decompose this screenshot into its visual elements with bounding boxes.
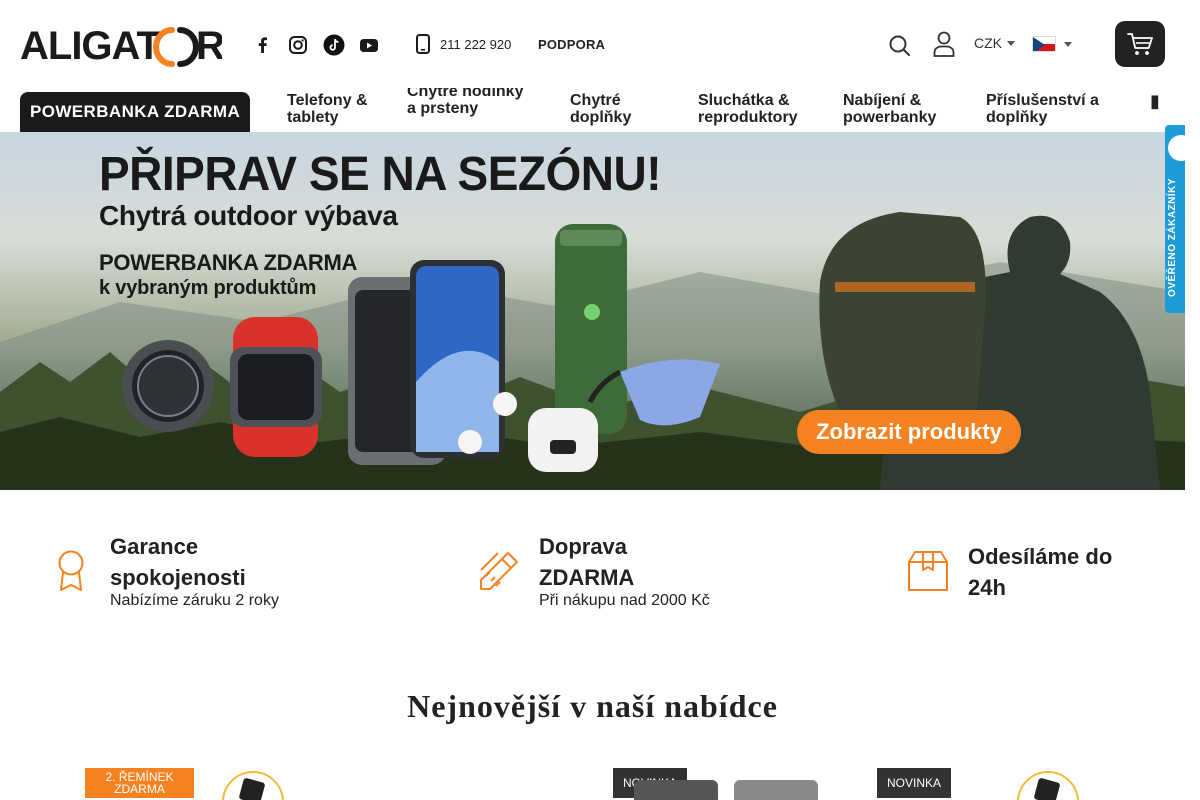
feature-title: Odesíláme do 24h <box>968 544 1113 600</box>
banner-title: PŘIPRAV SE NA SEZÓNU! <box>99 145 662 201</box>
nav-item-sluchatka[interactable]: Sluchátka & reproduktory <box>698 92 828 126</box>
nav-item-doplnky[interactable]: Chytré doplňky <box>570 92 650 126</box>
header: ALIGAT R 211 222 920 PODPORA CZK <box>0 0 1200 88</box>
nav-promo-powerbanka[interactable]: POWERBANKA ZDARMA <box>20 92 251 132</box>
chevron-down-icon <box>1007 40 1015 46</box>
chevron-down-icon <box>1064 41 1072 47</box>
phone-number: 211 222 920 <box>440 36 512 52</box>
nav-item-telefony[interactable]: Telefony & tablety <box>287 92 377 126</box>
banner-subtitle: Chytrá outdoor výbava <box>99 200 398 231</box>
language-select[interactable] <box>1032 36 1072 52</box>
product-image[interactable] <box>990 770 1100 800</box>
banner-promo-line2: k vybraným produktům <box>99 277 317 299</box>
feature-title: Garance spokojenosti <box>110 534 246 590</box>
czech-flag-icon <box>1032 36 1056 52</box>
youtube-icon[interactable] <box>357 33 381 57</box>
nav-item-prislusenstvi[interactable]: Příslušenství a doplňky <box>986 92 1116 126</box>
cart-icon <box>1127 33 1153 55</box>
search-icon[interactable] <box>887 33 913 59</box>
section-title-newest: Nejnovější v naší nabídce <box>407 688 778 724</box>
facebook-icon[interactable] <box>250 33 274 57</box>
currency-select[interactable]: CZK <box>974 35 1015 51</box>
verified-customers-tab[interactable]: OVĚŘENO ZÁKAZNÍKY <box>1165 125 1185 313</box>
product-image[interactable] <box>630 770 820 800</box>
instagram-icon[interactable] <box>286 33 310 57</box>
banner-cta-button[interactable]: Zobrazit produkty <box>797 410 1021 454</box>
feature-title: Doprava ZDARMA <box>539 534 635 590</box>
phone-icon <box>416 34 430 54</box>
aligator-logo[interactable]: ALIGAT R <box>20 22 222 68</box>
banner-promo-line1: POWERBANKA ZDARMA <box>99 250 358 275</box>
nav-item-nabijeni[interactable]: Nabíjení & powerbanky <box>843 92 963 126</box>
user-account-icon[interactable] <box>931 30 957 58</box>
currency-value: CZK <box>974 35 1002 51</box>
award-ribbon-icon <box>58 550 84 591</box>
svg-text:R: R <box>196 24 222 68</box>
support-link[interactable]: PODPORA <box>538 37 605 52</box>
cart-button[interactable] <box>1115 21 1165 67</box>
feature-desc: Při nákupu nad 2000 Kč <box>539 592 710 609</box>
svg-text:ALIGAT: ALIGAT <box>20 24 160 68</box>
pencil-ruler-icon <box>480 552 518 590</box>
verified-seal-icon <box>1168 135 1185 161</box>
hero-banner[interactable]: PŘIPRAV SE NA SEZÓNU! Chytrá outdoor výb… <box>0 132 1185 490</box>
badge-second-strap-free: 2. ŘEMÍNEK ZDARMA <box>85 768 194 798</box>
nav-item-hodinky[interactable]: Chytré hodinky a prsteny <box>407 88 527 117</box>
phone-contact[interactable]: 211 222 920 <box>416 34 511 54</box>
badge-novinka: NOVINKA <box>877 768 951 798</box>
feature-desc: Nabízíme záruku 2 roky <box>110 592 279 609</box>
nav-more-icon[interactable]: ▮ <box>1150 91 1160 112</box>
product-image[interactable] <box>195 770 305 800</box>
tiktok-icon[interactable] <box>322 33 346 57</box>
verified-label: OVĚŘENO ZÁKAZNÍKY <box>1167 177 1178 297</box>
main-navigation: POWERBANKA ZDARMA Telefony & tablety Chy… <box>0 88 1200 132</box>
package-box-icon <box>908 551 948 591</box>
